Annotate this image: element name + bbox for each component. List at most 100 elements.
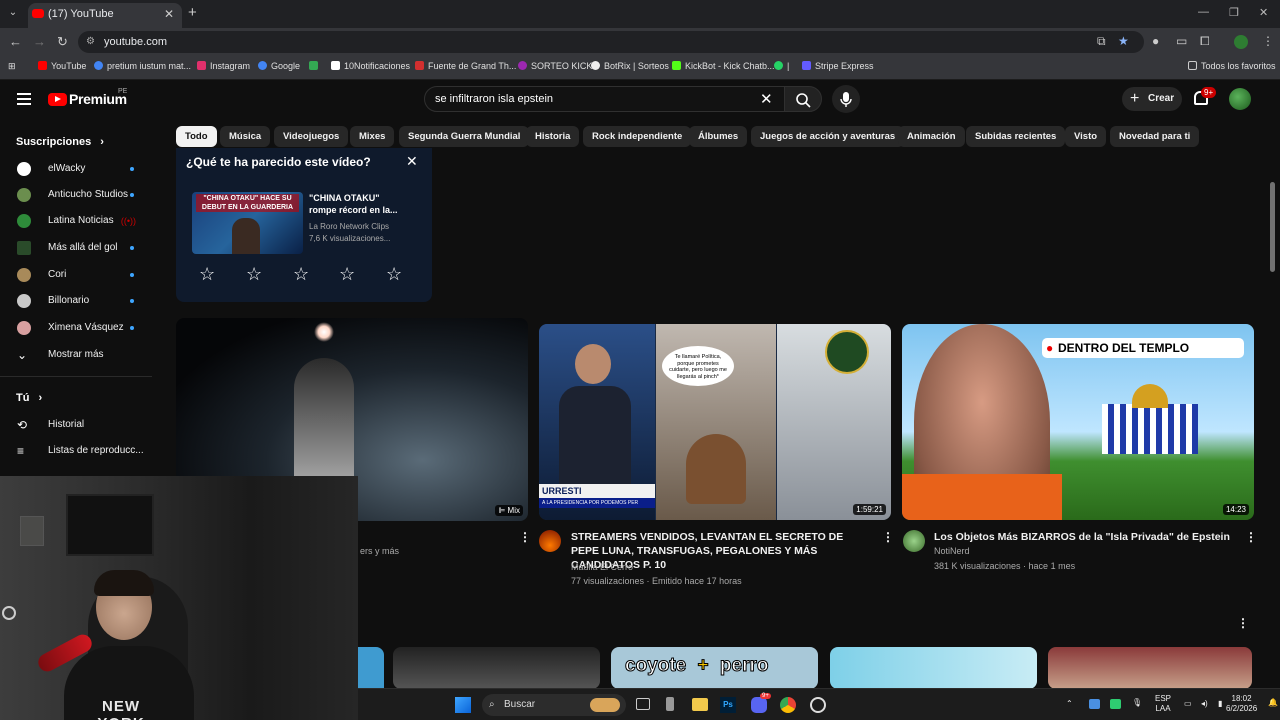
- sidebar-sub-cori[interactable]: Cori: [0, 262, 152, 288]
- search-input[interactable]: se infiltraron isla epstein: [424, 86, 786, 112]
- video-thumbnail-streamers[interactable]: Te llamaré Política, porque prometes cui…: [539, 324, 891, 520]
- sidebar-sub-billonario[interactable]: Billonario: [0, 288, 152, 314]
- star-1-icon[interactable]: ☆: [199, 264, 215, 285]
- taskbar-search[interactable]: ⌕ Buscar: [482, 694, 626, 716]
- sidebar-sub-latina[interactable]: Latina Noticias ((•)): [0, 208, 152, 234]
- account-avatar[interactable]: [1229, 88, 1251, 110]
- bookmark-youtube[interactable]: YouTube: [38, 61, 86, 71]
- channel-name[interactable]: NotiNerd: [934, 546, 970, 556]
- site-info-icon[interactable]: ⚙: [86, 31, 95, 53]
- chip-mixes[interactable]: Mixes: [350, 126, 395, 147]
- bookmark-botrix[interactable]: BotRix | Sorteos: [591, 61, 669, 71]
- chip-subidas-recientes[interactable]: Subidas recientes: [966, 126, 1066, 147]
- sidebar-sub-anticucho[interactable]: Anticucho Studios: [0, 182, 152, 208]
- profile-avatar-icon[interactable]: [1234, 35, 1248, 49]
- video-thumbnail-meeting[interactable]: [1048, 647, 1252, 689]
- bookmark-unnamed[interactable]: [309, 61, 322, 71]
- chip-animacion[interactable]: Animación: [898, 126, 965, 147]
- bookmark-instagram[interactable]: Instagram: [197, 61, 250, 71]
- section-more-icon[interactable]: ⋮: [1237, 616, 1249, 630]
- chip-visto[interactable]: Visto: [1065, 126, 1107, 147]
- chip-historia[interactable]: Historia: [526, 126, 580, 147]
- close-window-icon[interactable]: ✕: [1259, 6, 1268, 19]
- more-actions-icon[interactable]: ⋮: [1245, 530, 1257, 544]
- close-icon[interactable]: ✕: [406, 153, 418, 170]
- chip-novedad[interactable]: Novedad para ti: [1110, 126, 1200, 147]
- sidebar-sub-ximena[interactable]: Ximena Vásquez: [0, 315, 152, 341]
- video-thumbnail-tunnel[interactable]: [393, 647, 600, 689]
- channel-avatar[interactable]: [539, 530, 561, 552]
- clock[interactable]: 18:02 6/2/2026: [1226, 694, 1257, 714]
- video-thumbnail-partial[interactable]: [358, 647, 384, 689]
- create-button[interactable]: + Crear: [1122, 87, 1182, 111]
- photoshop-icon[interactable]: Ps: [720, 697, 736, 713]
- chip-segunda-guerra[interactable]: Segunda Guerra Mundial: [399, 126, 530, 147]
- video-thumbnail-coyote[interactable]: coyote + perro: [611, 647, 818, 689]
- notification-center-icon[interactable]: 🔔: [1268, 698, 1278, 708]
- video-title[interactable]: Los Objetos Más BIZARROS de la "Isla Pri…: [934, 530, 1234, 544]
- star-2-icon[interactable]: ☆: [246, 264, 262, 285]
- battery-icon[interactable]: ▮: [1218, 699, 1222, 709]
- extension-icon[interactable]: ●: [1152, 34, 1159, 48]
- tab-search-icon[interactable]: ⌄: [6, 6, 20, 20]
- video-thumbnail-epstein[interactable]: ● DENTRO DEL TEMPLO 14:23: [902, 324, 1254, 520]
- tray-mic-icon[interactable]: 🎙: [1132, 698, 1142, 708]
- chip-videojuegos[interactable]: Videojuegos: [274, 126, 349, 147]
- sidebar-show-more[interactable]: ⌄ Mostrar más: [0, 342, 152, 368]
- address-bar[interactable]: ⚙ youtube.com: [78, 31, 1144, 53]
- bookmark-star-icon[interactable]: ★: [1118, 34, 1129, 48]
- reload-icon[interactable]: ↻: [57, 34, 68, 50]
- page-scrollbar[interactable]: [1270, 182, 1275, 272]
- volume-icon[interactable]: ◂): [1201, 699, 1208, 709]
- new-tab-icon[interactable]: +: [188, 4, 197, 21]
- app-icon[interactable]: [666, 697, 674, 711]
- minimize-icon[interactable]: —: [1198, 6, 1209, 18]
- file-explorer-icon[interactable]: [692, 698, 708, 711]
- sidebar-item-history[interactable]: ⟲ Historial: [0, 412, 152, 438]
- channel-avatar[interactable]: [903, 530, 925, 552]
- sidebar-sub-elwacky[interactable]: elWacky: [0, 156, 152, 182]
- app-icon[interactable]: [810, 697, 826, 713]
- clear-search-icon[interactable]: ✕: [760, 90, 773, 108]
- menu-kebab-icon[interactable]: ⋮: [1262, 34, 1274, 48]
- task-view-icon[interactable]: [636, 698, 650, 710]
- apps-grid-icon[interactable]: ⊞: [8, 61, 16, 72]
- chip-musica[interactable]: Música: [220, 126, 271, 147]
- bookmark-google[interactable]: Google: [258, 61, 300, 71]
- you-heading[interactable]: Tú ›: [16, 392, 42, 404]
- star-3-icon[interactable]: ☆: [293, 264, 309, 285]
- bookmark-grand-theft[interactable]: Fuente de Grand Th...: [415, 61, 516, 71]
- sidebar-sub-mas-alla[interactable]: Más allá del gol: [0, 235, 152, 261]
- browser-tab-youtube[interactable]: (17) YouTube ✕: [28, 3, 182, 28]
- chip-rock-independiente[interactable]: Rock independiente: [583, 126, 692, 147]
- bookmark-kickbot[interactable]: KickBot - Kick Chatb...: [672, 61, 775, 71]
- media-icon[interactable]: ▭: [1176, 34, 1187, 48]
- tray-app-icon[interactable]: [1110, 699, 1121, 709]
- bookmark-stripe[interactable]: Stripe Express: [802, 61, 874, 71]
- bookmark-sorteo-kick[interactable]: SORTEO KICK: [518, 61, 592, 71]
- channel-name[interactable]: Maúlla El Cerro: [571, 562, 633, 572]
- voice-search-button[interactable]: [832, 85, 860, 113]
- extensions-puzzle-icon[interactable]: ⧠: [1200, 34, 1210, 49]
- video-thumbnail-pillows[interactable]: [830, 647, 1037, 689]
- subscriptions-heading[interactable]: Suscripciones ›: [16, 136, 104, 148]
- chip-albumes[interactable]: Álbumes: [689, 126, 748, 147]
- more-actions-icon[interactable]: ⋮: [882, 530, 894, 544]
- discord-icon[interactable]: [751, 697, 767, 713]
- search-button[interactable]: [784, 86, 822, 112]
- more-actions-icon[interactable]: ⋮: [519, 530, 531, 544]
- bookmark-all-favorites[interactable]: Todos los favoritos: [1188, 61, 1276, 71]
- survey-video-title[interactable]: "CHINA OTAKU" rompe récord en la...: [309, 192, 404, 216]
- install-app-icon[interactable]: ⧉: [1097, 34, 1106, 49]
- chrome-icon[interactable]: [780, 697, 796, 713]
- star-4-icon[interactable]: ☆: [339, 264, 355, 285]
- windows-start-icon[interactable]: [455, 697, 471, 713]
- back-icon[interactable]: ←: [9, 34, 22, 49]
- network-icon[interactable]: ▭: [1184, 699, 1192, 709]
- close-tab-icon[interactable]: ✕: [164, 3, 174, 25]
- sidebar-item-playlists[interactable]: ≡ Listas de reproducc...: [0, 438, 152, 464]
- bookmark-pretium[interactable]: pretium iustum mat...: [94, 61, 191, 71]
- tray-app-icon[interactable]: [1089, 699, 1100, 709]
- survey-video-thumbnail[interactable]: "CHINA OTAKU" HACE SU DEBUT EN LA GUARDE…: [192, 192, 303, 254]
- forward-icon[interactable]: →: [33, 34, 46, 49]
